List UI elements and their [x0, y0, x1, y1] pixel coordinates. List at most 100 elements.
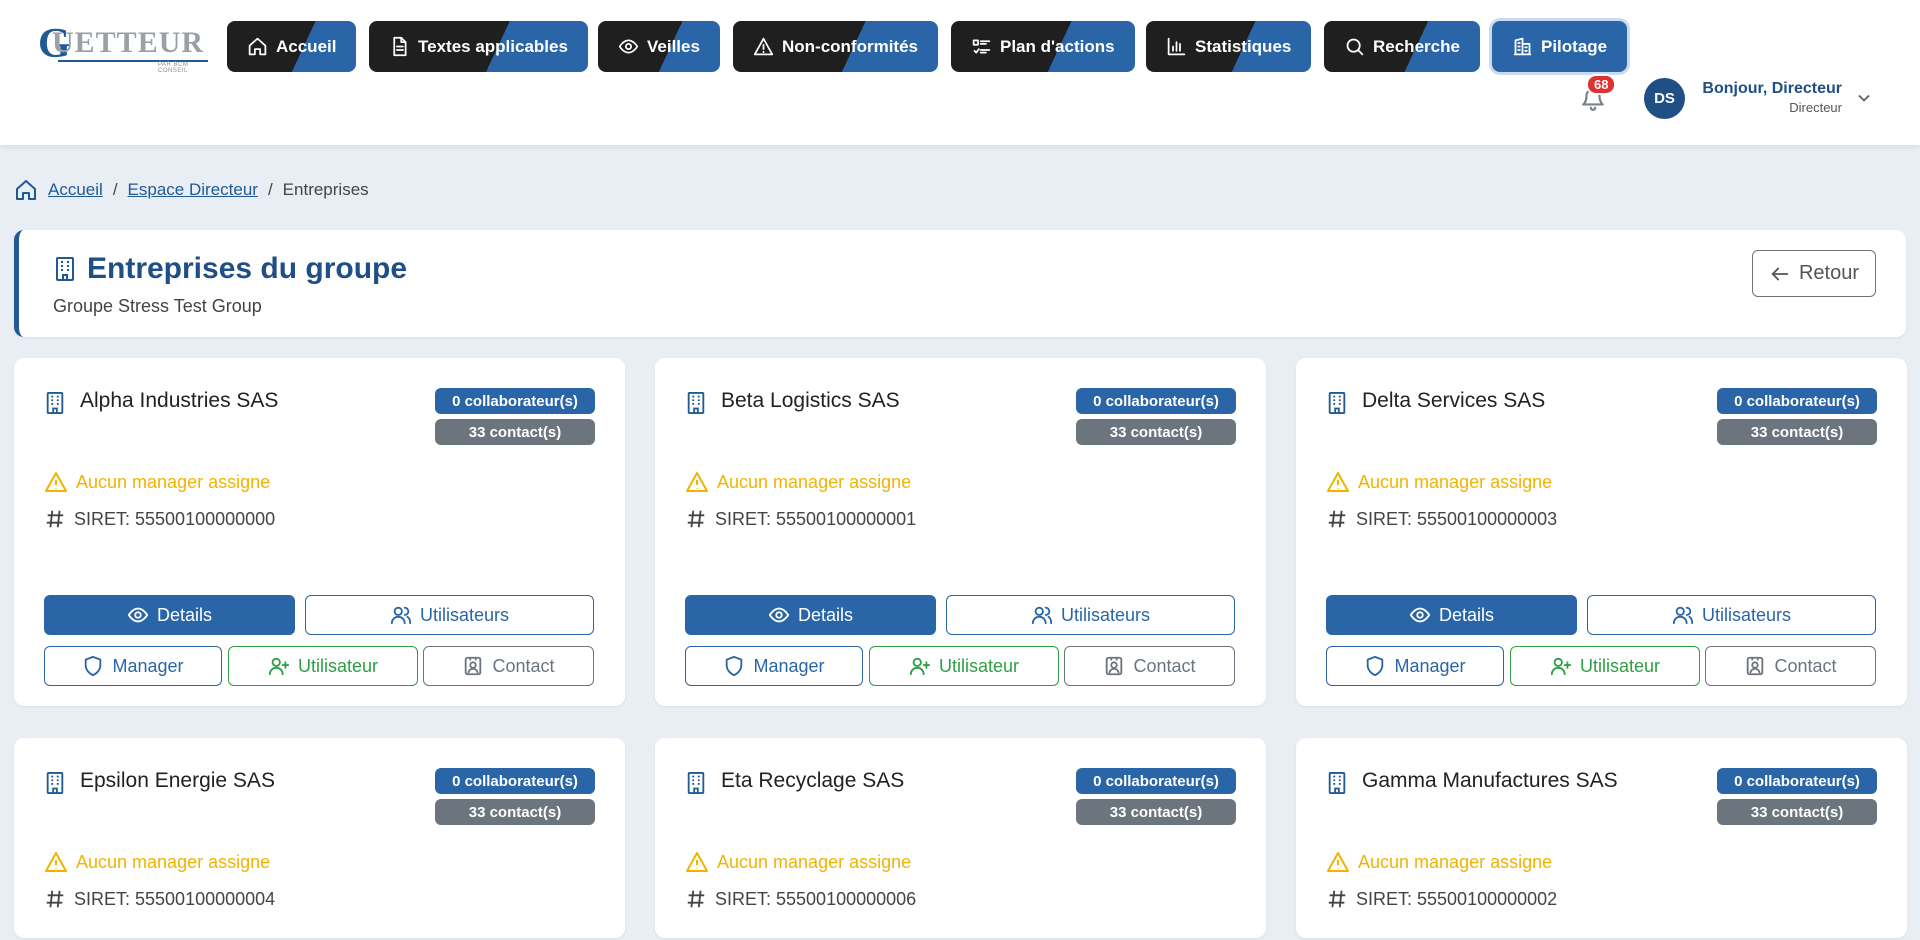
warning-text: Aucun manager assigne [717, 851, 912, 872]
warning-text: Aucun manager assigne [76, 851, 271, 872]
warning-text: Aucun manager assigne [1358, 851, 1553, 872]
nav-plan-actions[interactable]: Plan d'actions [951, 21, 1135, 72]
building-icon [1326, 390, 1348, 416]
add-user-button[interactable]: Utilisateur [228, 646, 418, 686]
breadcrumb-home-link[interactable]: Accueil [48, 180, 103, 200]
nav-non-conformites[interactable]: Non-conformités [733, 21, 938, 72]
user-role: Directeur [1789, 100, 1842, 115]
building-icon [685, 390, 707, 416]
eye-icon [1409, 607, 1431, 623]
siret-line: SIRET: 55500100000002 [1326, 888, 1557, 910]
home-icon [16, 180, 36, 200]
logo-tagline: PAR BCM CONSEIL [158, 62, 189, 74]
company-card: Eta Recyclage SAS 0 collaborateur(s) 33 … [655, 738, 1266, 938]
warning-text: Aucun manager assigne [1358, 471, 1553, 492]
siret-text: SIRET: 55500100000003 [1356, 508, 1558, 529]
nav-label: Accueil [276, 36, 337, 56]
contact-card-icon [465, 656, 482, 676]
app-logo[interactable]: G UETTEUR PAR BCM CONSEIL [38, 21, 212, 74]
no-manager-warning: Aucun manager assigne [1326, 470, 1552, 494]
button-label: Details [797, 604, 854, 625]
no-manager-warning: Aucun manager assigne [1326, 850, 1552, 874]
user-plus-icon [268, 657, 290, 676]
button-label: Utilisateurs [1060, 604, 1151, 625]
page-header-card: Entreprises du groupe Groupe Stress Test… [14, 230, 1906, 337]
collaborators-badge: 0 collaborateur(s) [1076, 768, 1236, 794]
nav-label: Non-conformités [782, 36, 918, 56]
bar-chart-icon [1167, 37, 1186, 56]
building-icon [685, 770, 707, 796]
siret-text: SIRET: 55500100000002 [1356, 888, 1558, 909]
shield-icon [1367, 655, 1384, 677]
hash-icon [1328, 890, 1346, 908]
nav-textes-applicables[interactable]: Textes applicables [369, 21, 588, 72]
building-icon [44, 390, 66, 416]
company-name: Alpha Industries SAS [80, 389, 279, 412]
button-label: Details [1438, 604, 1495, 625]
building-icon [44, 770, 66, 796]
add-user-button[interactable]: Utilisateur [869, 646, 1059, 686]
back-button-label: Retour [1798, 262, 1860, 284]
user-greeting[interactable]: Bonjour, Directeur [1694, 80, 1842, 98]
contact-card-icon [1747, 656, 1764, 676]
checklist-icon [972, 39, 991, 54]
company-card: Epsilon Energie SAS 0 collaborateur(s) 3… [14, 738, 625, 938]
contact-button[interactable]: Contact [1064, 646, 1235, 686]
warning-icon [1327, 852, 1349, 872]
siret-text: SIRET: 55500100000000 [74, 508, 276, 529]
details-button[interactable]: Details [44, 595, 295, 635]
hash-icon [46, 510, 64, 528]
collaborators-badge: 0 collaborateur(s) [1717, 768, 1877, 794]
users-button[interactable]: Utilisateurs [1587, 595, 1876, 635]
contact-button[interactable]: Contact [1705, 646, 1876, 686]
company-card: Gamma Manufactures SAS 0 collaborateur(s… [1296, 738, 1907, 938]
contacts-badge: 33 contact(s) [1717, 799, 1877, 825]
siret-text: SIRET: 55500100000004 [74, 888, 276, 909]
details-button[interactable]: Details [685, 595, 936, 635]
button-label: Manager [112, 655, 184, 676]
collaborators-badge: 0 collaborateur(s) [1076, 388, 1236, 414]
eye-icon [768, 607, 790, 623]
siret-text: SIRET: 55500100000006 [715, 888, 917, 909]
manager-button[interactable]: Manager [685, 646, 863, 686]
page-title-text: Entreprises du groupe [87, 252, 408, 285]
company-name: Beta Logistics SAS [721, 389, 900, 412]
company-card: Alpha Industries SAS 0 collaborateur(s) … [14, 358, 625, 706]
nav-accueil[interactable]: Accueil [227, 21, 357, 72]
breadcrumb-separator: / [267, 180, 273, 199]
chevron-down-icon [1858, 94, 1870, 102]
user-menu-toggle[interactable] [1854, 88, 1874, 108]
manager-button[interactable]: Manager [44, 646, 222, 686]
warning-icon [45, 852, 67, 872]
siret-line: SIRET: 55500100000004 [44, 888, 275, 910]
nav-label: Textes applicables [418, 36, 568, 56]
breadcrumb-current: Entreprises [282, 180, 369, 199]
contacts-badge: 33 contact(s) [1717, 419, 1877, 445]
no-manager-warning: Aucun manager assigne [685, 470, 911, 494]
users-button[interactable]: Utilisateurs [946, 595, 1235, 635]
siret-line: SIRET: 55500100000006 [685, 888, 916, 910]
breadcrumb-parent-link[interactable]: Espace Directeur [128, 180, 258, 200]
nav-veilles[interactable]: Veilles [598, 21, 720, 72]
company-name: Epsilon Energie SAS [80, 769, 275, 792]
button-label: Utilisateur [1579, 655, 1661, 676]
warning-text: Aucun manager assigne [717, 471, 912, 492]
button-label: Contact [1133, 655, 1196, 676]
nav-statistiques[interactable]: Statistiques [1146, 21, 1312, 72]
nav-recherche[interactable]: Recherche [1324, 21, 1480, 72]
add-user-button[interactable]: Utilisateur [1510, 646, 1700, 686]
details-button[interactable]: Details [1326, 595, 1577, 635]
hash-icon [46, 890, 64, 908]
back-button[interactable]: Retour [1752, 250, 1876, 297]
users-button[interactable]: Utilisateurs [305, 595, 594, 635]
nav-label: Recherche [1373, 36, 1460, 56]
nav-label: Statistiques [1195, 36, 1292, 56]
users-icon [390, 606, 412, 625]
top-header: G UETTEUR PAR BCM CONSEIL Accueil Textes… [0, 0, 1920, 145]
manager-button[interactable]: Manager [1326, 646, 1504, 686]
shield-icon [85, 655, 102, 677]
user-avatar[interactable]: DS [1644, 78, 1685, 119]
contact-button[interactable]: Contact [423, 646, 594, 686]
eye-icon [127, 607, 149, 623]
nav-pilotage[interactable]: Pilotage [1492, 21, 1628, 72]
